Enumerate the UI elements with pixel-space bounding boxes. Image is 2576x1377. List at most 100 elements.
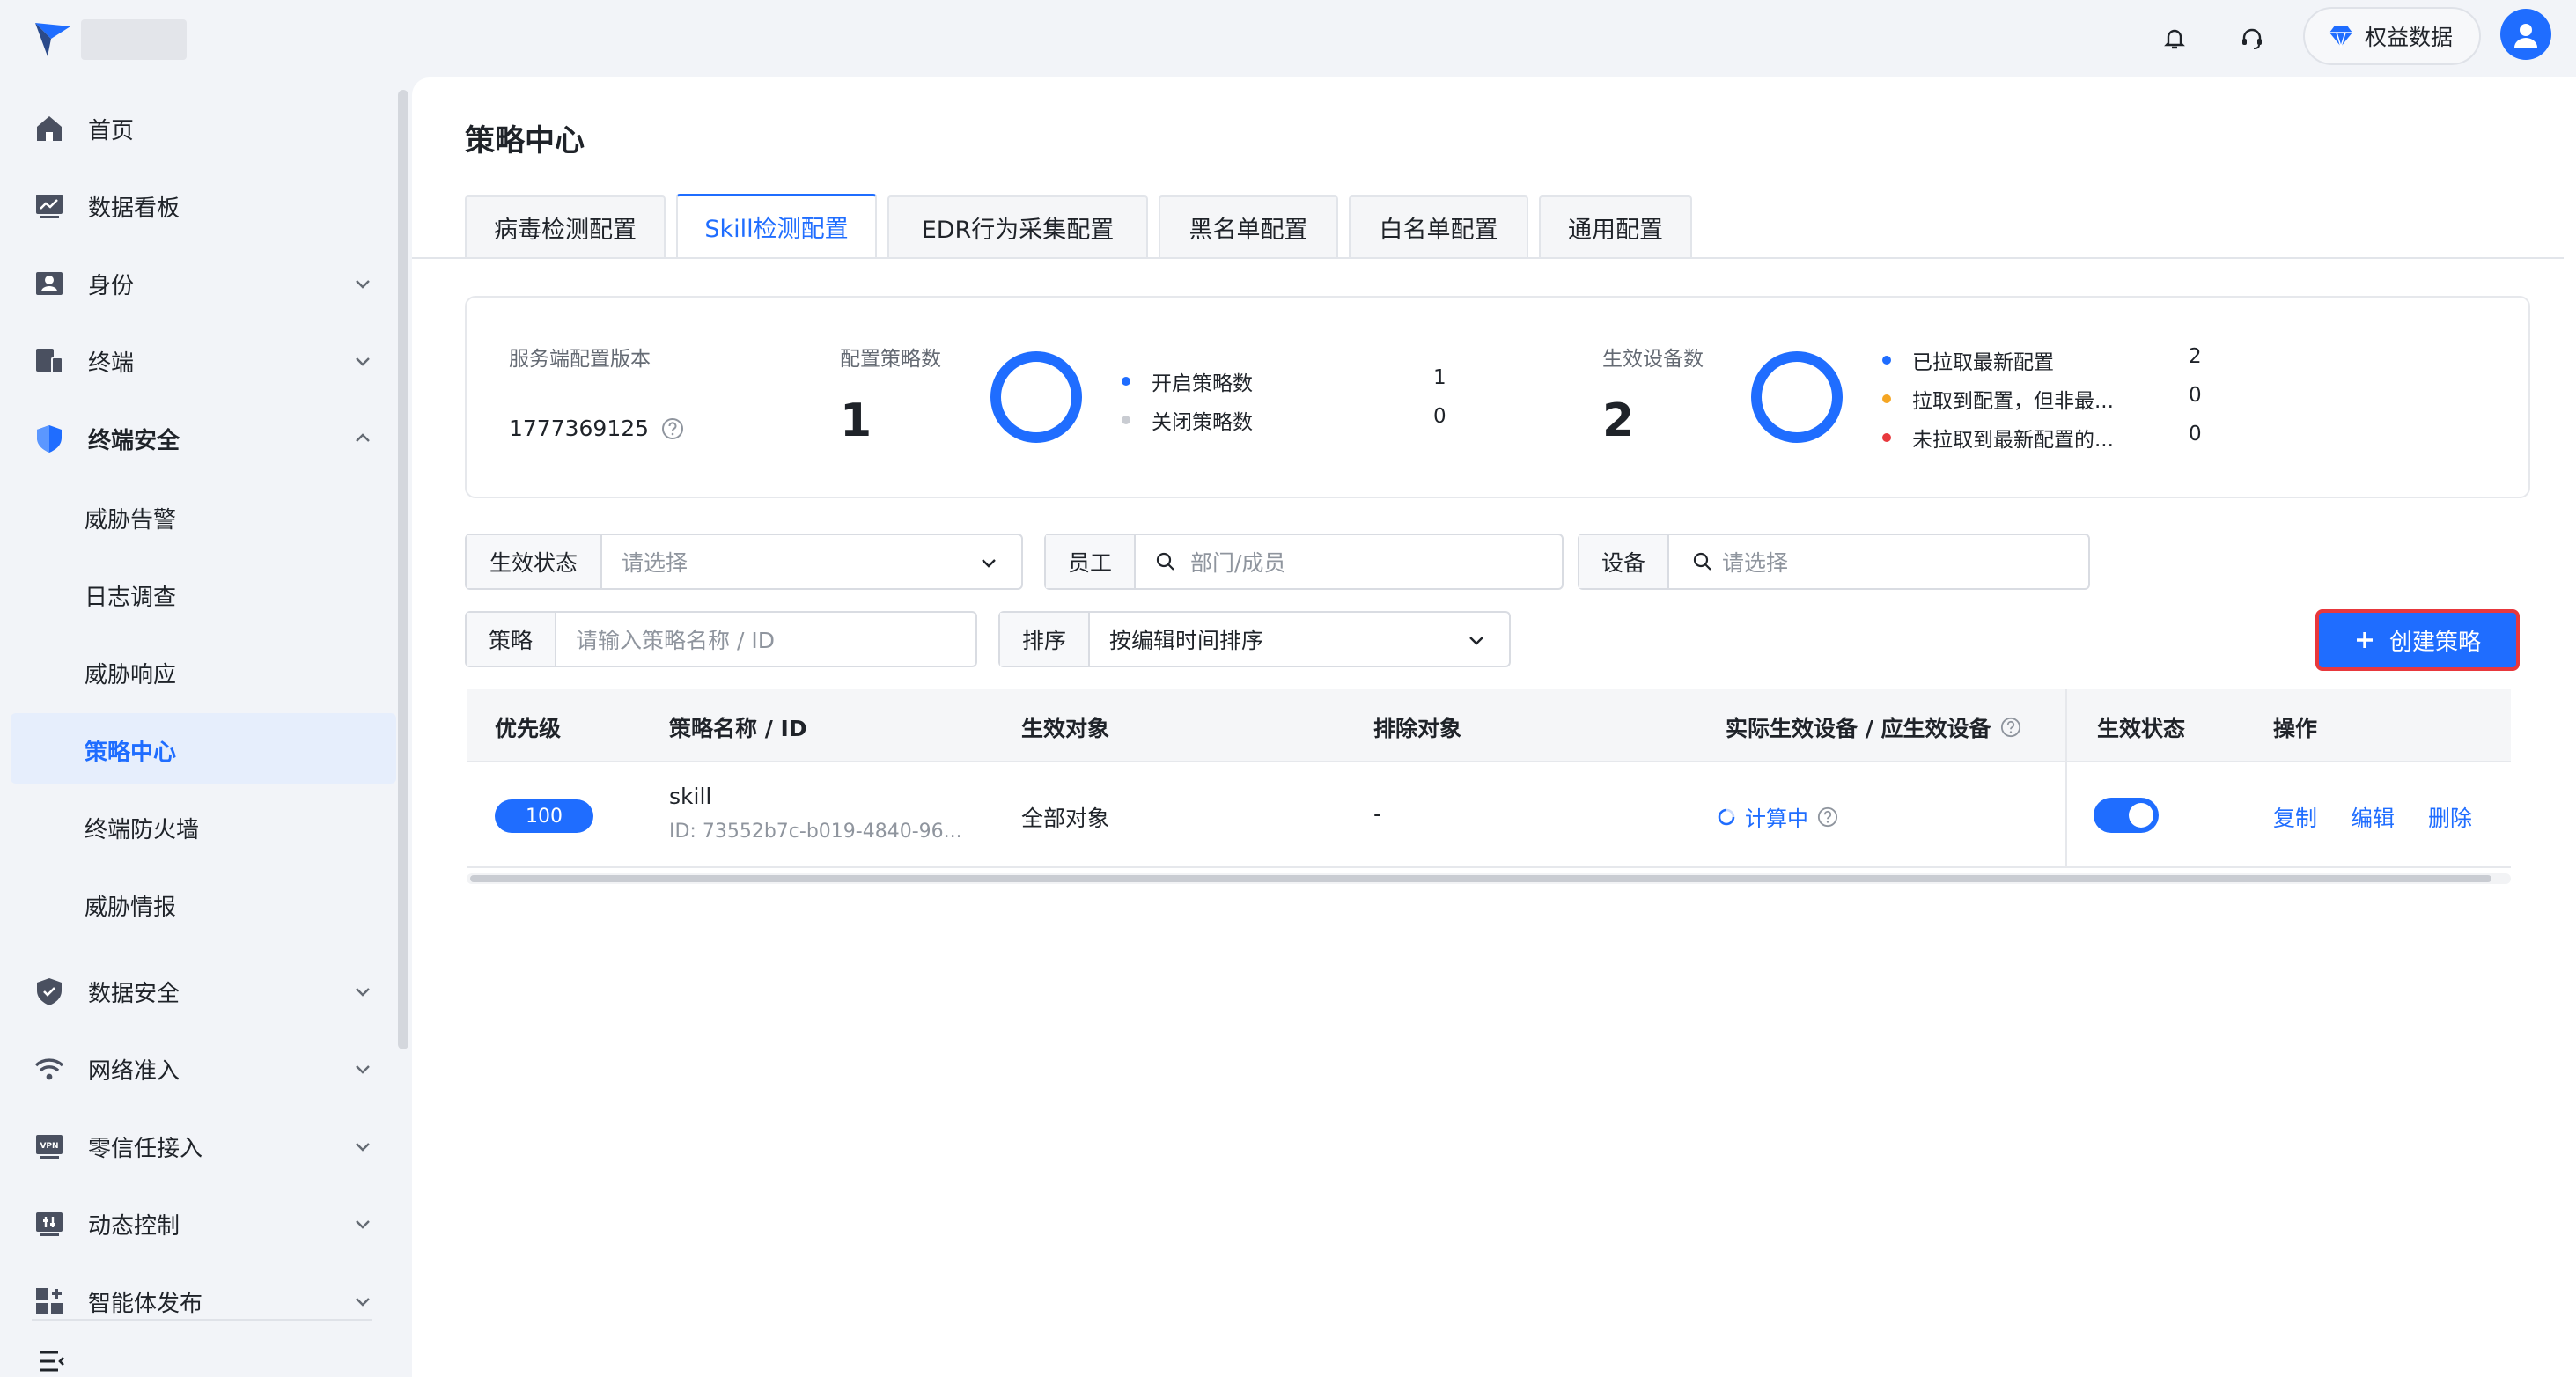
sidebar-subitem-threat-intel[interactable]: 威胁情报 [11, 868, 396, 939]
device-calculating: 计算中 [1717, 801, 1838, 832]
collapse-menu-icon[interactable] [37, 1345, 69, 1377]
legend-label: 未拉取到最新配置的... [1912, 429, 2114, 452]
edit-button[interactable]: 编辑 [2351, 801, 2395, 833]
help-icon[interactable] [2000, 717, 2021, 738]
column-name-id: 策略名称 / ID [669, 716, 807, 741]
tab-divider [412, 257, 2564, 259]
policy-target: 全部对象 [1021, 806, 1110, 831]
legend-dot [1882, 394, 1891, 403]
search-icon [1156, 552, 1174, 571]
dashboard-icon [33, 190, 65, 222]
sort-select[interactable]: 按编辑时间排序 [1090, 613, 1509, 666]
sidebar-item-zero-trust[interactable]: VPN 零信任接入 [11, 1111, 396, 1182]
device-filter[interactable]: 设备 请选择 [1578, 534, 2090, 590]
column-actions: 操作 [2273, 716, 2318, 741]
policy-filter-label: 策略 [467, 613, 556, 666]
user-icon [2514, 24, 2537, 48]
column-devices-label: 实际生效设备 / 应生效设备 [1726, 716, 1991, 741]
sidebar-item-network-access[interactable]: 网络准入 [11, 1034, 396, 1104]
policy-exclude: - [1373, 801, 1382, 827]
legend-enabled-policies: 开启策略数 [1122, 366, 1253, 396]
device-input[interactable]: 请选择 [1669, 535, 2088, 588]
svg-text:VPN: VPN [40, 1142, 58, 1151]
delete-button[interactable]: 删除 [2428, 801, 2472, 833]
chevron-down-icon [356, 1220, 370, 1229]
sort-filter[interactable]: 排序 按编辑时间排序 [998, 611, 1511, 667]
sidebar-item-home[interactable]: 首页 [11, 93, 396, 164]
sidebar-item-agent-publish[interactable]: 智能体发布 [11, 1266, 396, 1336]
chevron-down-icon [356, 357, 370, 366]
sidebar-subitem-log-investigation[interactable]: 日志调查 [11, 558, 396, 629]
legend-latest-value: 2 [2189, 345, 2202, 368]
policy-table: 优先级 策略名称 / ID 生效对象 排除对象 实际生效设备 / 应生效设备 生… [467, 688, 2511, 879]
device-count-label: 生效设备数 [1602, 348, 1704, 371]
sidebar-item-endpoint[interactable]: 终端 [11, 326, 396, 396]
tab-virus-detection[interactable]: 病毒检测配置 [465, 195, 666, 257]
sidebar-subitem-endpoint-firewall[interactable]: 终端防火墙 [11, 791, 396, 861]
page-title: 策略中心 [465, 123, 585, 158]
sidebar-subitem-policy-center[interactable]: 策略中心 [11, 713, 396, 784]
control-icon [33, 1208, 65, 1240]
employee-input[interactable]: 部门/成员 [1136, 535, 1562, 588]
policy-filter[interactable]: 策略 请输入策略名称 / ID [465, 611, 977, 667]
tab-general[interactable]: 通用配置 [1539, 195, 1692, 257]
tab-whitelist[interactable]: 白名单配置 [1349, 195, 1528, 257]
sidebar-item-dynamic-control[interactable]: 动态控制 [11, 1189, 396, 1259]
column-target: 生效对象 [1021, 716, 1110, 741]
help-icon[interactable] [661, 417, 684, 440]
user-avatar[interactable] [2500, 9, 2551, 60]
tab-blacklist[interactable]: 黑名单配置 [1159, 195, 1338, 257]
device-calculating-label: 计算中 [1745, 806, 1808, 831]
employee-filter[interactable]: 员工 部门/成员 [1044, 534, 1564, 590]
rights-data-label: 权益数据 [2365, 25, 2454, 50]
server-version-value: 1777369125 [509, 416, 684, 441]
create-policy-label: 创建策略 [2388, 629, 2481, 656]
stats-card: 服务端配置版本 1777369125 配置策略数 1 开启策略数 1 关闭策略数… [465, 296, 2530, 498]
status-select[interactable]: 请选择 [602, 535, 1021, 588]
legend-outdated-value: 0 [2189, 384, 2202, 407]
id-card-icon [33, 268, 65, 299]
policy-placeholder: 请输入策略名称 / ID [576, 628, 775, 653]
help-icon[interactable] [1817, 806, 1838, 828]
status-filter-label: 生效状态 [467, 535, 602, 588]
employee-placeholder: 部门/成员 [1190, 550, 1286, 576]
sticky-column-divider [2065, 688, 2067, 868]
sidebar-subitem-threat-alert[interactable]: 威胁告警 [11, 481, 396, 551]
legend-label: 已拉取最新配置 [1912, 351, 2054, 374]
server-version-label: 服务端配置版本 [509, 348, 651, 371]
legend-disabled-value: 0 [1433, 405, 1446, 428]
status-filter[interactable]: 生效状态 请选择 [465, 534, 1023, 590]
status-toggle[interactable] [2094, 798, 2159, 833]
sidebar-subitem-threat-response[interactable]: 威胁响应 [11, 636, 396, 706]
policy-search-input[interactable]: 请输入策略名称 / ID [556, 613, 975, 666]
bell-icon[interactable] [2155, 19, 2194, 58]
shield-icon [33, 423, 65, 454]
legend-dot [1882, 356, 1891, 364]
logo-icon[interactable] [32, 18, 74, 60]
devices-icon [33, 345, 65, 377]
sidebar-item-data-security[interactable]: 数据安全 [11, 956, 396, 1027]
data-shield-icon [33, 976, 65, 1007]
search-icon [1693, 552, 1711, 571]
sidebar-item-endpoint-security[interactable]: 终端安全 [11, 403, 396, 474]
policy-count-label: 配置策略数 [840, 348, 941, 371]
create-policy-button[interactable]: 创建策略 [2315, 609, 2520, 671]
copy-button[interactable]: 复制 [2273, 801, 2317, 833]
sidebar-item-identity[interactable]: 身份 [11, 248, 396, 319]
legend-not-pulled-value: 0 [2189, 423, 2202, 446]
main-content: 策略中心 病毒检测配置 Skill检测配置 EDR行为采集配置 黑名单配置 白名… [412, 77, 2576, 1377]
chevron-down-icon [982, 559, 996, 568]
legend-label: 关闭策略数 [1152, 411, 1253, 434]
rights-data-button[interactable]: 权益数据 [2303, 7, 2481, 65]
tab-edr-collection[interactable]: EDR行为采集配置 [887, 195, 1148, 257]
tab-skill-detection[interactable]: Skill检测配置 [676, 194, 877, 257]
sidebar-item-dashboard[interactable]: 数据看板 [11, 171, 396, 241]
loading-spinner-icon [1718, 808, 1735, 825]
device-donut-chart [1751, 351, 1843, 443]
org-name-placeholder [81, 19, 187, 60]
table-scrollbar-thumb[interactable] [470, 875, 2491, 882]
sidebar-scrollbar[interactable] [398, 90, 408, 1049]
policy-id: ID: 73552b7c-b019-4840-96... [669, 821, 962, 843]
policy-count-value: 1 [840, 394, 872, 447]
headset-icon[interactable] [2233, 19, 2271, 58]
